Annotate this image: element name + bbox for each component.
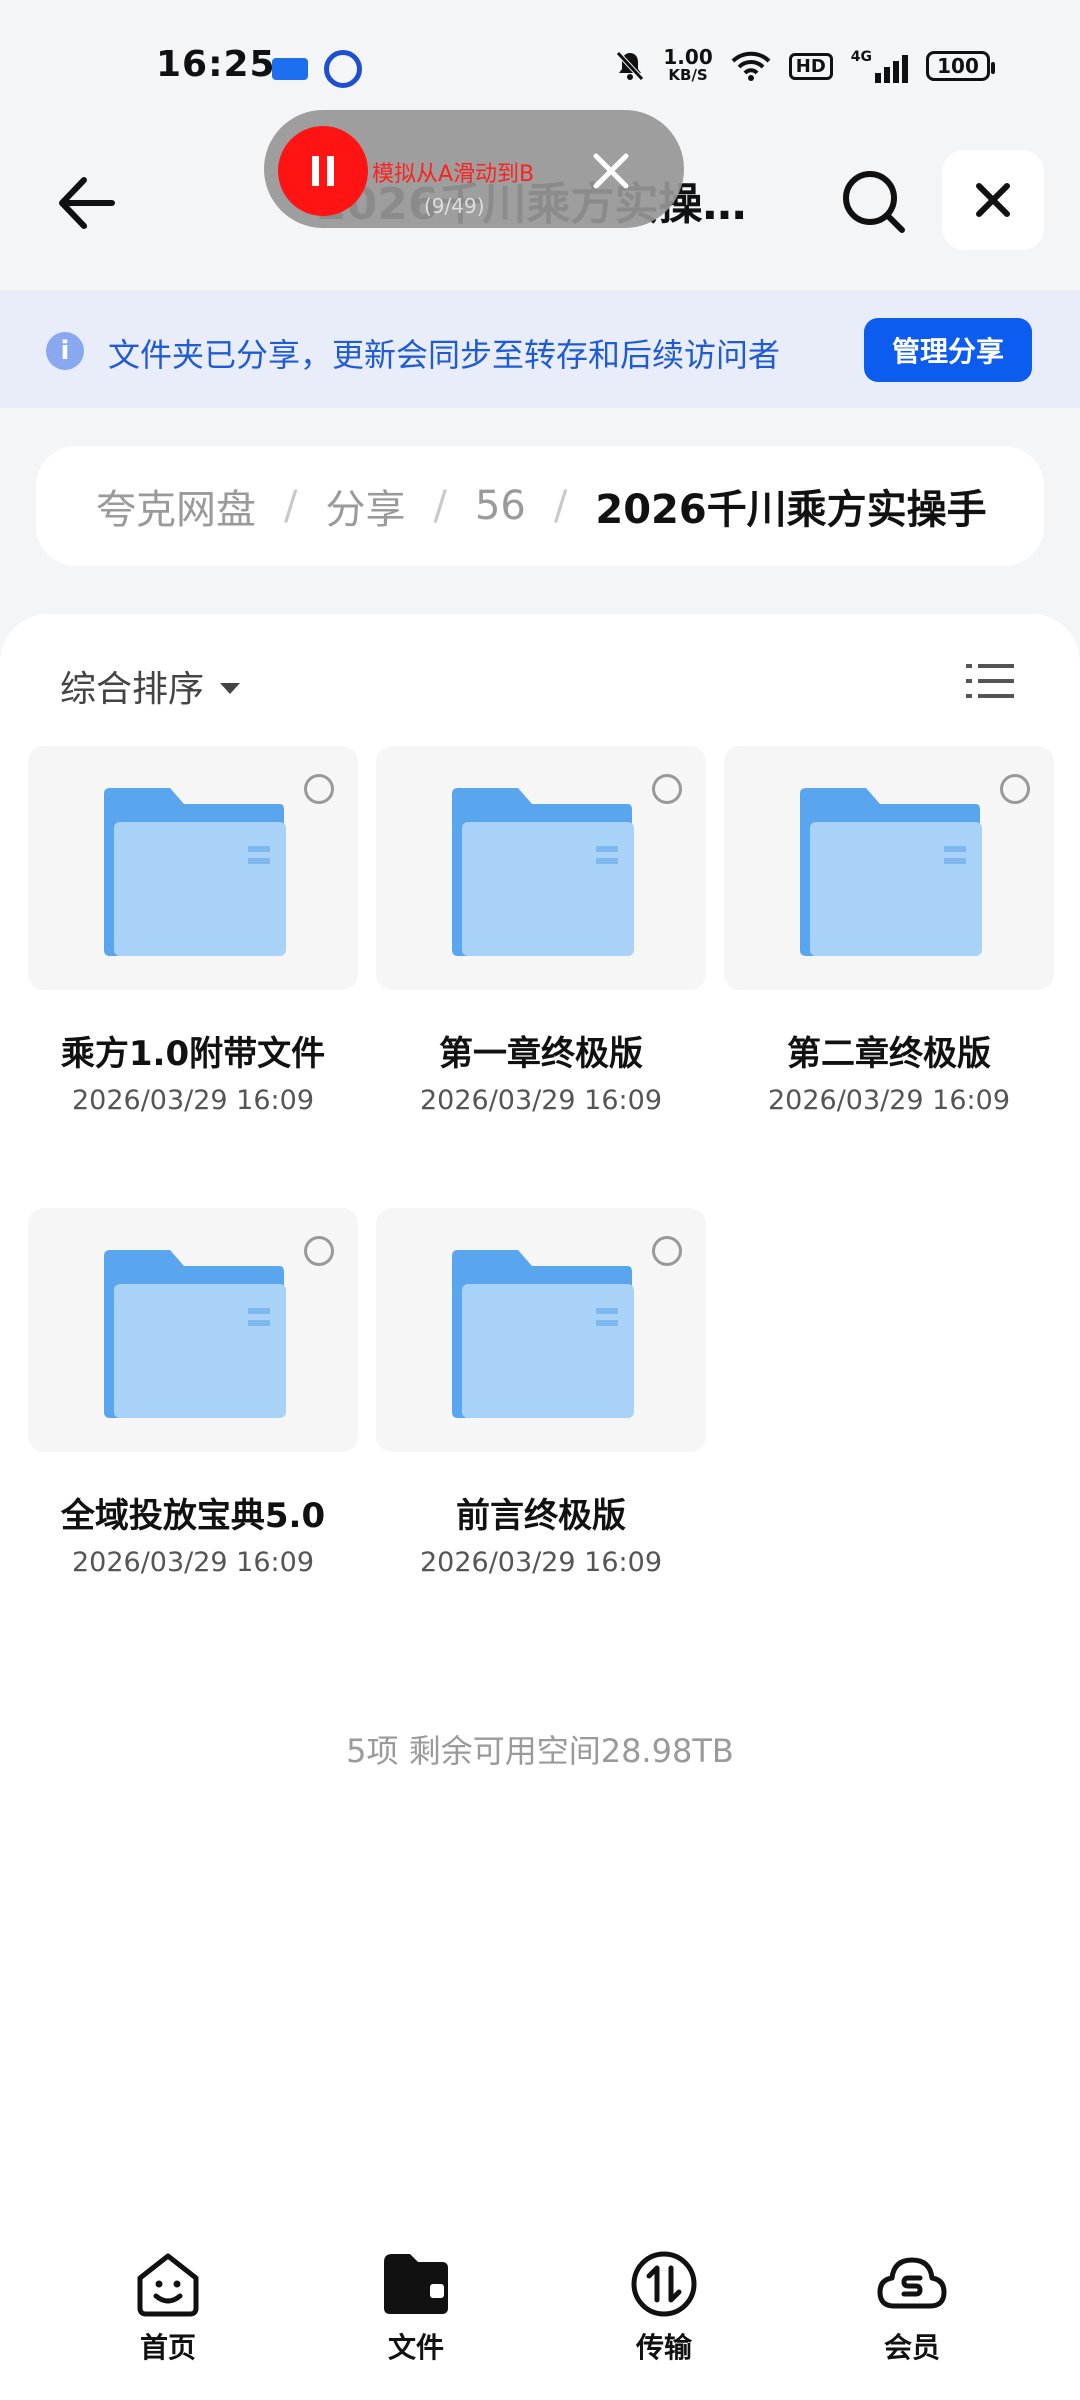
recorder-step-count: (9/49) (424, 194, 485, 218)
recorder-close-button[interactable] (588, 148, 634, 194)
folder-icon (104, 788, 286, 956)
nav-label: 首页 (139, 2331, 196, 2364)
list-view-toggle[interactable] (966, 660, 1014, 702)
manage-share-button[interactable]: 管理分享 (864, 318, 1032, 382)
folder-date: 2026/03/29 16:09 (71, 1085, 314, 1116)
nav-label: 传输 (635, 2331, 692, 2364)
recorder-pause-button[interactable] (278, 126, 368, 216)
close-icon (976, 183, 1010, 217)
net-speed-unit: KB/S (668, 66, 708, 84)
folder-date: 2026/03/29 16:09 (419, 1547, 662, 1578)
folder-thumbnail (28, 746, 358, 990)
cell-signal-icon: 4G (851, 49, 908, 83)
signal-type: 4G (850, 49, 872, 65)
mute-bell-icon (616, 51, 645, 81)
share-banner-text: 文件夹已分享，更新会同步至转存和后续访问者 (108, 336, 781, 374)
notification-app-icon-2 (324, 50, 362, 88)
nav-item-vip[interactable]: 会员 (832, 2248, 992, 2366)
close-button[interactable] (942, 150, 1044, 250)
transfer-icon (631, 2251, 697, 2317)
recorder-action-text: 模拟从A滑动到B (372, 162, 535, 187)
folder-thumbnail (28, 1208, 358, 1452)
folder-thumbnail (376, 746, 706, 990)
breadcrumb-separator: / (433, 483, 447, 529)
select-checkbox[interactable] (304, 1236, 334, 1266)
home-face-icon (137, 2253, 199, 2317)
nav-item-home[interactable]: 首页 (88, 2248, 248, 2366)
search-icon (843, 171, 905, 233)
hd-badge: HD (788, 52, 833, 80)
folder-item[interactable]: 全域投放宝典5.0 2026/03/29 16:09 (28, 1208, 358, 1578)
folder-date: 2026/03/29 16:09 (419, 1085, 662, 1116)
folder-date: 2026/03/29 16:09 (71, 1547, 314, 1578)
select-checkbox[interactable] (1000, 774, 1030, 804)
sort-dropdown[interactable]: 综合排序 (60, 660, 241, 712)
folder-thumbnail (376, 1208, 706, 1452)
folder-date: 2026/03/29 16:09 (767, 1085, 1010, 1116)
nav-item-transfer[interactable]: 传输 (584, 2248, 744, 2366)
folder-name: 全域投放宝典5.0 (60, 1496, 326, 1536)
folder-icon (452, 788, 634, 956)
back-button[interactable] (50, 168, 120, 238)
info-icon: i (46, 332, 84, 370)
sort-label: 综合排序 (60, 669, 205, 710)
breadcrumb-item[interactable]: 分享 (325, 477, 405, 535)
status-time: 16:25 (156, 44, 276, 85)
bottom-nav: 首页 文件 传输 会员 (0, 2236, 1080, 2400)
folder-name: 第一章终极版 (439, 1034, 643, 1074)
storage-summary: 5项 剩余可用空间28.98TB (346, 1732, 734, 1770)
wifi-icon (731, 51, 771, 81)
close-icon (593, 153, 629, 189)
breadcrumb-separator: / (553, 483, 568, 529)
folder-name: 乘方1.0附带文件 (60, 1034, 326, 1074)
select-checkbox[interactable] (652, 774, 682, 804)
network-speed: 1.00 KB/S (663, 45, 713, 84)
folder-icon (800, 788, 982, 956)
folder-item[interactable]: 第一章终极版 2026/03/29 16:09 (376, 746, 706, 1116)
nav-label: 文件 (387, 2331, 444, 2364)
nav-item-files[interactable]: 文件 (336, 2248, 496, 2366)
folder-name: 前言终极版 (456, 1496, 626, 1536)
folder-item[interactable]: 乘方1.0附带文件 2026/03/29 16:09 (28, 746, 358, 1116)
breadcrumb-item[interactable]: 夸克网盘 (96, 477, 256, 535)
status-indicators: 1.00 KB/S HD 4G 100 (615, 45, 995, 86)
breadcrumb-item[interactable]: 56 (475, 483, 526, 529)
folder-thumbnail (724, 746, 1054, 990)
folder-name: 第二章终极版 (787, 1034, 991, 1074)
folder-icon (384, 2254, 448, 2314)
battery-indicator: 100 (926, 51, 995, 81)
arrow-left-icon (59, 177, 115, 229)
folder-item[interactable]: 前言终极版 2026/03/29 16:09 (376, 1208, 706, 1578)
folder-icon (104, 1250, 286, 1418)
breadcrumb-current: 2026千川乘方实操手 (595, 487, 987, 533)
cloud-vip-icon (877, 2257, 947, 2309)
notification-app-icon (272, 58, 308, 80)
select-checkbox[interactable] (304, 774, 334, 804)
battery-level: 100 (937, 54, 979, 78)
list-view-icon (966, 664, 1014, 698)
folder-icon (452, 1250, 634, 1418)
breadcrumb-separator: / (284, 483, 298, 529)
pause-icon (312, 156, 334, 186)
net-speed-value: 1.00 (663, 45, 713, 69)
caret-down-icon (220, 682, 241, 694)
nav-label: 会员 (883, 2331, 940, 2364)
breadcrumb: 夸克网盘 / 分享 / 56 / 2026千川乘方实操手 (36, 446, 1044, 566)
search-button[interactable] (836, 164, 912, 240)
folder-item[interactable]: 第二章终极版 2026/03/29 16:09 (724, 746, 1054, 1116)
select-checkbox[interactable] (652, 1236, 682, 1266)
